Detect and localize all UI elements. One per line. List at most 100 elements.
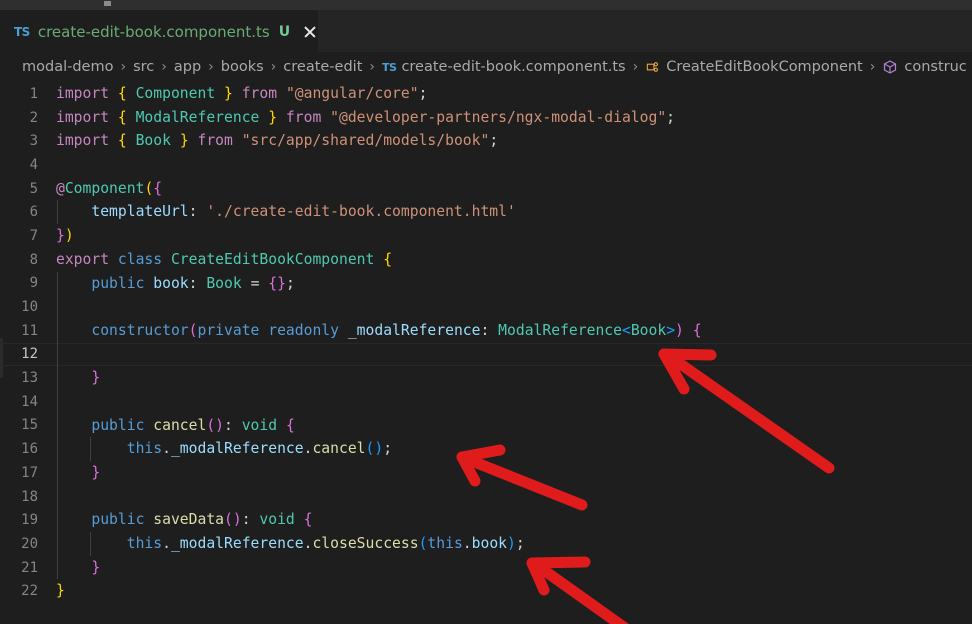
code-line[interactable]: 5 @Component({ bbox=[0, 177, 972, 201]
code-line[interactable]: 22 } bbox=[0, 579, 972, 603]
line-number: 14 bbox=[0, 394, 56, 410]
code-line-content[interactable] bbox=[56, 295, 972, 319]
breadcrumb-separator: › bbox=[208, 59, 214, 75]
line-number: 9 bbox=[0, 275, 56, 291]
code-line-content[interactable] bbox=[56, 390, 972, 414]
line-number: 20 bbox=[0, 536, 56, 552]
line-number: 13 bbox=[0, 370, 56, 386]
breadcrumb-item-src[interactable]: src bbox=[133, 59, 154, 75]
code-line[interactable]: 3 import { Book } from "src/app/shared/m… bbox=[0, 129, 972, 153]
line-number: 15 bbox=[0, 417, 56, 433]
line-number: 12 bbox=[0, 346, 56, 362]
code-line[interactable]: 7 }) bbox=[0, 224, 972, 248]
code-line[interactable]: 18 bbox=[0, 485, 972, 509]
breadcrumb-label: create-edit-book.component.ts bbox=[401, 59, 625, 75]
breadcrumb-item-app[interactable]: app bbox=[174, 59, 201, 75]
breadcrumb-label: construc bbox=[904, 59, 966, 75]
line-number: 3 bbox=[0, 133, 56, 149]
code-line-content[interactable]: } bbox=[56, 461, 972, 485]
line-number: 16 bbox=[0, 441, 56, 457]
code-line-content[interactable]: import { Component } from "@angular/core… bbox=[56, 82, 972, 106]
code-line-content[interactable]: import { Book } from "src/app/shared/mod… bbox=[56, 129, 972, 153]
close-icon[interactable] bbox=[301, 23, 319, 41]
code-line[interactable]: 9 public book: Book = {}; bbox=[0, 272, 972, 296]
line-number: 8 bbox=[0, 252, 56, 268]
code-line[interactable]: 8 export class CreateEditBookComponent { bbox=[0, 248, 972, 272]
code-line-content[interactable]: } bbox=[56, 579, 972, 603]
line-number: 1 bbox=[0, 86, 56, 102]
breadcrumb-label: create-edit bbox=[283, 59, 362, 75]
breadcrumb-item-books[interactable]: books bbox=[221, 59, 264, 75]
line-number: 19 bbox=[0, 512, 56, 528]
code-editor[interactable]: 1 import { Component } from "@angular/co… bbox=[0, 82, 972, 624]
breadcrumb-separator: › bbox=[870, 59, 876, 75]
breadcrumb-label: modal-demo bbox=[22, 59, 113, 75]
code-line-content[interactable]: public cancel(): void { bbox=[56, 414, 972, 438]
code-line-active[interactable]: 12 bbox=[0, 343, 972, 367]
window-title-bar bbox=[0, 0, 972, 10]
line-number: 7 bbox=[0, 228, 56, 244]
code-line-content[interactable]: @Component({ bbox=[56, 177, 972, 201]
editor-tab-bar: TS create-edit-book.component.ts U bbox=[0, 10, 972, 52]
tab-label: create-edit-book.component.ts bbox=[38, 23, 270, 41]
breadcrumb-item-modal-demo[interactable]: modal-demo bbox=[22, 59, 113, 75]
code-line-content[interactable] bbox=[56, 485, 972, 509]
code-line-content[interactable] bbox=[56, 343, 972, 367]
line-number: 22 bbox=[0, 583, 56, 599]
code-line[interactable]: 4 bbox=[0, 153, 972, 177]
code-line-content[interactable]: constructor(private readonly _modalRefer… bbox=[56, 319, 972, 343]
constructor-symbol-icon bbox=[882, 59, 898, 75]
line-number: 11 bbox=[0, 323, 56, 339]
code-line-content[interactable]: templateUrl: './create-edit-book.compone… bbox=[56, 200, 972, 224]
code-line[interactable]: 10 bbox=[0, 295, 972, 319]
tab-create-edit-book-component-ts[interactable]: TS create-edit-book.component.ts U bbox=[0, 10, 318, 52]
code-line[interactable]: 13 } bbox=[0, 366, 972, 390]
breadcrumb-item-create-edit[interactable]: create-edit bbox=[283, 59, 362, 75]
typescript-file-icon: TS bbox=[14, 25, 30, 39]
code-line[interactable]: 14 bbox=[0, 390, 972, 414]
code-line-content[interactable]: } bbox=[56, 556, 972, 580]
line-number: 2 bbox=[0, 110, 56, 126]
breadcrumb-separator: › bbox=[161, 59, 167, 75]
code-line-content[interactable]: import { ModalReference } from "@develop… bbox=[56, 106, 972, 130]
code-line[interactable]: 2 import { ModalReference } from "@devel… bbox=[0, 106, 972, 130]
code-line-content[interactable]: public saveData(): void { bbox=[56, 508, 972, 532]
code-line-content[interactable]: public book: Book = {}; bbox=[56, 272, 972, 296]
line-number: 21 bbox=[0, 560, 56, 576]
breadcrumb-separator: › bbox=[369, 59, 375, 75]
code-line-content[interactable]: } bbox=[56, 366, 972, 390]
code-line-content[interactable]: this._modalReference.cancel(); bbox=[56, 437, 972, 461]
line-number: 5 bbox=[0, 181, 56, 197]
code-line[interactable]: 16 this._modalReference.cancel(); bbox=[0, 437, 972, 461]
breadcrumb-separator: › bbox=[271, 59, 277, 75]
breadcrumb-label: src bbox=[133, 59, 154, 75]
title-bar-marker bbox=[104, 1, 111, 6]
breadcrumb-label: CreateEditBookComponent bbox=[666, 59, 863, 75]
typescript-file-icon: TS bbox=[382, 61, 396, 74]
breadcrumb-item-file[interactable]: TS create-edit-book.component.ts bbox=[382, 59, 626, 75]
code-line-content[interactable]: export class CreateEditBookComponent { bbox=[56, 248, 972, 272]
line-number: 4 bbox=[0, 157, 56, 173]
line-number: 10 bbox=[0, 299, 56, 315]
code-line[interactable]: 20 this._modalReference.closeSuccess(thi… bbox=[0, 532, 972, 556]
code-line[interactable]: 19 public saveData(): void { bbox=[0, 508, 972, 532]
code-line[interactable]: 6 templateUrl: './create-edit-book.compo… bbox=[0, 200, 972, 224]
breadcrumb-item-class[interactable]: CreateEditBookComponent bbox=[645, 59, 863, 75]
code-line-content[interactable]: }) bbox=[56, 224, 972, 248]
line-number: 6 bbox=[0, 204, 56, 220]
breadcrumb: modal-demo › src › app › books › create-… bbox=[0, 52, 972, 82]
code-line-content[interactable] bbox=[56, 153, 972, 177]
code-line[interactable]: 11 constructor(private readonly _modalRe… bbox=[0, 319, 972, 343]
code-line-content[interactable]: this._modalReference.closeSuccess(this.b… bbox=[56, 532, 972, 556]
line-number: 17 bbox=[0, 465, 56, 481]
code-line[interactable]: 21 } bbox=[0, 556, 972, 580]
breadcrumb-label: books bbox=[221, 59, 264, 75]
breadcrumb-separator: › bbox=[633, 59, 639, 75]
code-line[interactable]: 1 import { Component } from "@angular/co… bbox=[0, 82, 972, 106]
code-line[interactable]: 17 } bbox=[0, 461, 972, 485]
class-symbol-icon bbox=[645, 60, 660, 75]
breadcrumb-item-constructor[interactable]: construc bbox=[882, 59, 966, 75]
breadcrumb-label: app bbox=[174, 59, 201, 75]
git-status-badge: U bbox=[279, 24, 290, 40]
code-line[interactable]: 15 public cancel(): void { bbox=[0, 414, 972, 438]
